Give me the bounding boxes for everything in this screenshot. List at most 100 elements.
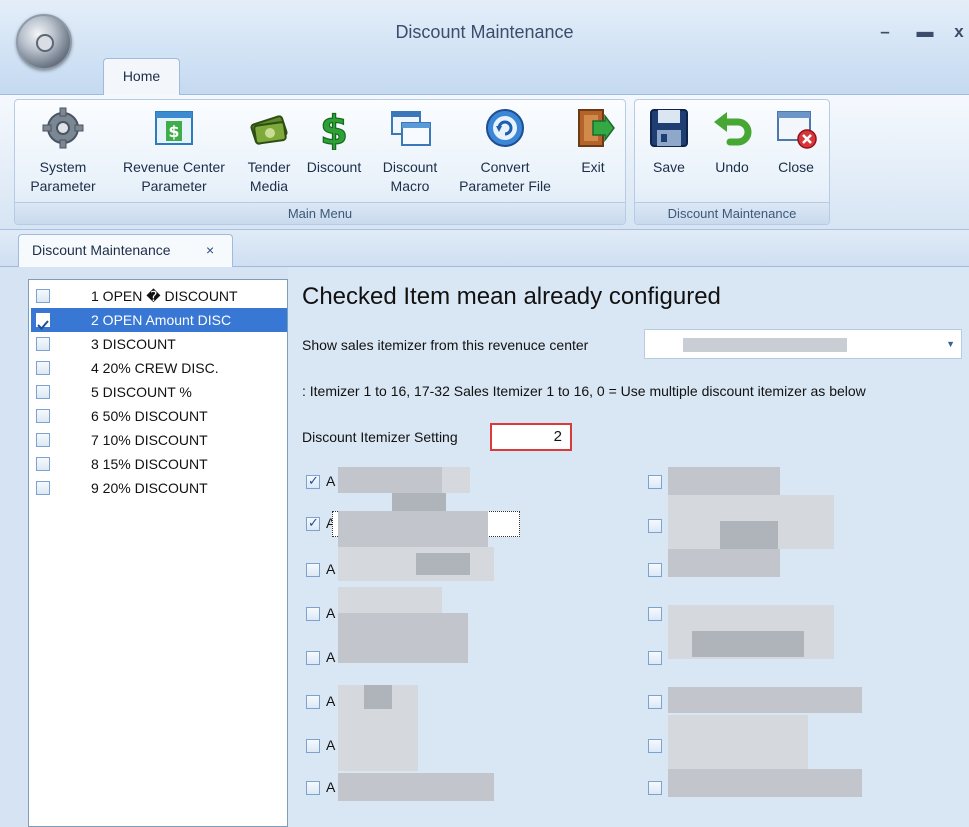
money-stack-icon xyxy=(250,115,288,145)
itemizer-checkbox[interactable] xyxy=(648,739,662,753)
tab-home[interactable]: Home xyxy=(103,58,180,96)
list-item[interactable]: 1 OPEN � DISCOUNT xyxy=(31,284,287,308)
list-item-checkbox[interactable] xyxy=(36,481,50,495)
itemizer-checkbox[interactable] xyxy=(306,563,320,577)
redacted-label xyxy=(364,685,392,709)
itemizer-checkbox[interactable] xyxy=(648,695,662,709)
discount-maintenance-group-label: Discount Maintenance xyxy=(635,202,829,224)
chevron-down-icon[interactable]: ▼ xyxy=(946,339,955,349)
itemizer-checkbox[interactable] xyxy=(648,651,662,665)
tender-media-label: Tender Media xyxy=(247,159,291,194)
discount-button[interactable]: $ Discount xyxy=(299,100,369,202)
undo-arrow-icon xyxy=(714,112,752,146)
itemizer-label: A xyxy=(326,473,336,489)
system-parameter-button[interactable]: System Parameter xyxy=(23,100,103,202)
content-area: 1 OPEN � DISCOUNT 2 OPEN Amount DISC 3 D… xyxy=(0,267,969,827)
list-item-checkbox[interactable] xyxy=(36,409,50,423)
ribbon-group-discount-maintenance: Save Undo Close Discount Maintenance xyxy=(634,99,830,225)
exit-button[interactable]: Exit xyxy=(563,100,623,202)
floppy-icon xyxy=(650,109,688,147)
maximize-button[interactable]: ▬ xyxy=(914,22,936,42)
svg-text:$: $ xyxy=(168,122,179,141)
itemizer-note: : Itemizer 1 to 16, 17-32 Sales Itemizer… xyxy=(302,383,866,399)
minimize-button[interactable]: – xyxy=(874,22,896,42)
tab-discount-maintenance[interactable]: Discount Maintenance × xyxy=(18,234,233,268)
title-bar: Discount Maintenance – ▬ x Home xyxy=(0,0,969,96)
list-item-label: 6 50% DISCOUNT xyxy=(91,408,208,424)
close-label: Close xyxy=(778,159,814,175)
list-item-label: 3 DISCOUNT xyxy=(91,336,176,352)
list-item[interactable]: 8 15% DISCOUNT xyxy=(31,452,287,476)
list-item[interactable]: 3 DISCOUNT xyxy=(31,332,287,356)
list-item-label: 4 20% CREW DISC. xyxy=(91,360,219,376)
close-button[interactable]: Close xyxy=(767,100,825,202)
main-menu-group-label: Main Menu xyxy=(15,202,625,224)
redacted-label xyxy=(338,719,418,771)
revenue-center-parameter-label: Revenue Center Parameter xyxy=(123,159,225,194)
itemizer-label: A xyxy=(326,737,336,753)
ribbon: System Parameter $ Revenue Center Parame… xyxy=(0,95,969,230)
undo-button[interactable]: Undo xyxy=(703,100,761,202)
list-item[interactable]: 4 20% CREW DISC. xyxy=(31,356,287,380)
itemizer-checkbox[interactable] xyxy=(648,781,662,795)
discount-list[interactable]: 1 OPEN � DISCOUNT 2 OPEN Amount DISC 3 D… xyxy=(28,279,288,827)
document-tab-strip: Discount Maintenance × xyxy=(0,230,969,268)
redacted-label xyxy=(668,769,862,797)
revenue-center-select[interactable]: ▼ xyxy=(644,329,962,359)
redacted-label xyxy=(668,549,780,577)
itemizer-checkbox[interactable] xyxy=(306,695,320,709)
itemizer-checkbox[interactable] xyxy=(648,607,662,621)
gear-icon xyxy=(42,107,84,149)
list-item-label: 9 20% DISCOUNT xyxy=(91,480,208,496)
list-item-checkbox[interactable] xyxy=(36,457,50,471)
discount-macro-button[interactable]: Discount Macro xyxy=(373,100,447,202)
convert-icon xyxy=(486,109,524,147)
save-button[interactable]: Save xyxy=(641,100,697,202)
list-item-label: 2 OPEN Amount DISC xyxy=(91,312,232,328)
convert-parameter-file-button[interactable]: Convert Parameter File xyxy=(449,100,561,202)
itemizer-checkbox[interactable] xyxy=(306,607,320,621)
list-item-checkbox[interactable] xyxy=(36,433,50,447)
list-item-checkbox[interactable] xyxy=(36,337,50,351)
windows-icon xyxy=(391,111,431,146)
close-window-button[interactable]: x xyxy=(948,22,969,42)
itemizer-label: A xyxy=(326,693,336,709)
redacted-label xyxy=(338,773,494,801)
check-icon xyxy=(37,320,49,330)
redacted-label xyxy=(338,613,468,663)
list-item[interactable]: 6 50% DISCOUNT xyxy=(31,404,287,428)
itemizer-checkbox[interactable] xyxy=(306,651,320,665)
list-item-checkbox[interactable] xyxy=(36,313,50,330)
exit-label: Exit xyxy=(581,159,605,175)
itemizer-checkbox[interactable] xyxy=(306,515,320,531)
redacted-label xyxy=(392,493,446,511)
revenue-center-parameter-button[interactable]: $ Revenue Center Parameter xyxy=(107,100,241,202)
redacted-label xyxy=(338,587,442,613)
save-label: Save xyxy=(653,159,685,175)
close-window-icon xyxy=(777,111,817,149)
list-item[interactable]: 5 DISCOUNT % xyxy=(31,380,287,404)
undo-label: Undo xyxy=(715,159,749,175)
itemizer-checkbox[interactable] xyxy=(306,781,320,795)
itemizer-checkbox[interactable] xyxy=(648,563,662,577)
itemizer-checkbox[interactable] xyxy=(306,739,320,753)
itemizer-checkbox[interactable] xyxy=(306,473,320,489)
tender-media-button[interactable]: Tender Media xyxy=(241,100,297,202)
list-item-checkbox[interactable] xyxy=(36,361,50,375)
list-item[interactable]: 9 20% DISCOUNT xyxy=(31,476,287,500)
revenue-center-value xyxy=(683,338,847,352)
list-item-label: 8 15% DISCOUNT xyxy=(91,456,208,472)
list-item-checkbox[interactable] xyxy=(36,289,50,303)
list-item[interactable]: 2 OPEN Amount DISC xyxy=(31,308,287,332)
redacted-label xyxy=(338,467,442,493)
itemizer-checkbox[interactable] xyxy=(648,475,662,489)
redacted-label xyxy=(668,715,808,773)
list-item-checkbox[interactable] xyxy=(36,385,50,399)
redacted-label xyxy=(692,631,804,657)
itemizer-setting-input[interactable]: 2 xyxy=(490,423,572,451)
list-item-label: 1 OPEN � DISCOUNT xyxy=(91,288,238,304)
itemizer-checkbox[interactable] xyxy=(648,519,662,533)
list-item[interactable]: 7 10% DISCOUNT xyxy=(31,428,287,452)
tab-close-icon[interactable]: × xyxy=(206,235,214,266)
redacted-label xyxy=(442,467,470,493)
